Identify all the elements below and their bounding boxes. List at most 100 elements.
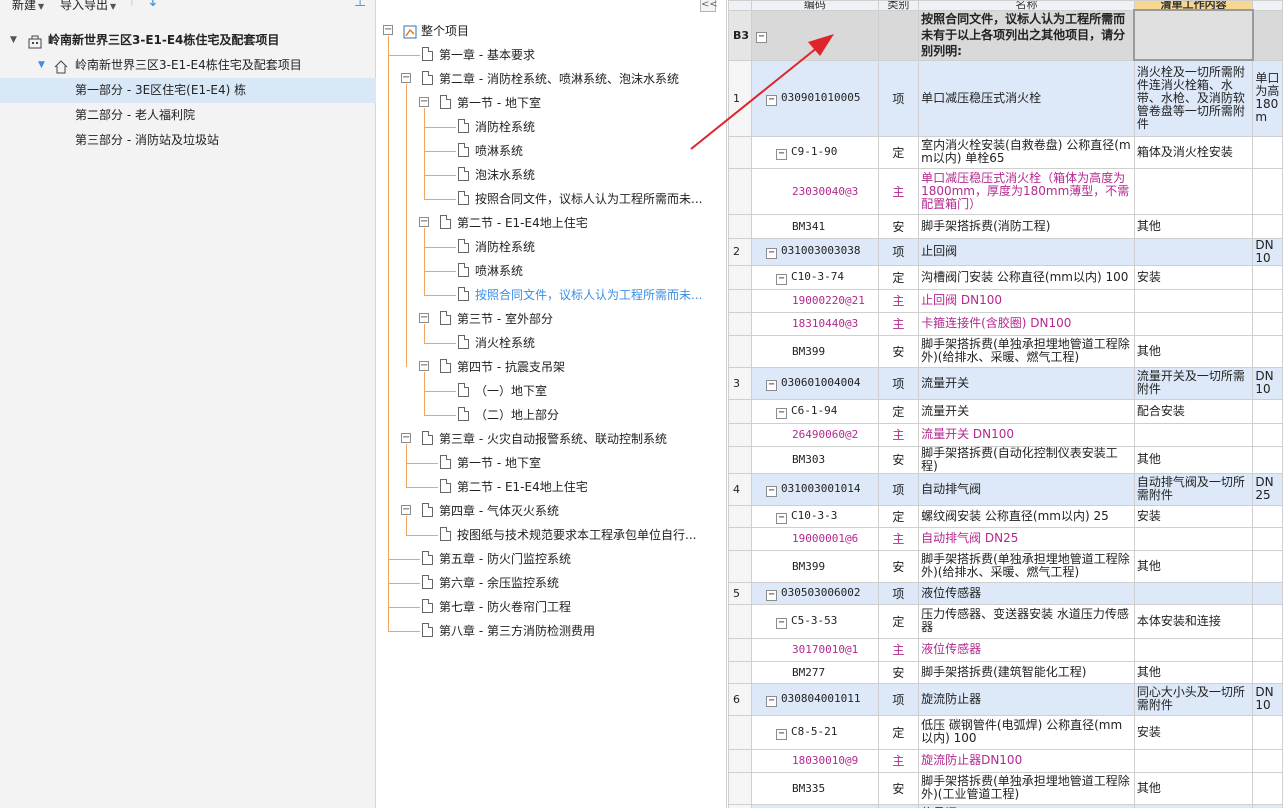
work-content-cell[interactable]: 自动排气阀及一切所需附件 bbox=[1133, 472, 1254, 506]
name-cell[interactable]: 自动排气阀 bbox=[918, 472, 1135, 506]
extra-cell[interactable] bbox=[1252, 603, 1283, 639]
extra-cell[interactable] bbox=[1252, 445, 1283, 474]
main-material-row[interactable]: 19000001@6 主 自动排气阀 DN25 bbox=[728, 526, 1283, 551]
code-cell[interactable]: BM303 bbox=[751, 445, 879, 474]
collapse-icon[interactable]: − bbox=[776, 148, 788, 160]
name-cell[interactable]: 单口减压稳压式消火栓 bbox=[918, 59, 1135, 137]
work-content-cell[interactable]: 流量开关及一切所需附件 bbox=[1133, 366, 1254, 400]
name-cell[interactable]: 信号阀 bbox=[918, 803, 1135, 808]
bill-item-row[interactable]: 4−031003001014 项自动排气阀 自动排气阀及一切所需附件 DN25 bbox=[728, 472, 1283, 506]
code-cell[interactable]: 23030040@3 bbox=[751, 167, 879, 215]
extra-cell[interactable] bbox=[1252, 526, 1283, 551]
code-cell[interactable]: 30170010@1 bbox=[751, 637, 879, 662]
name-cell[interactable]: 自动排气阀 DN25 bbox=[918, 526, 1135, 551]
name-column-header[interactable]: 名称 bbox=[918, 0, 1135, 11]
extra-cell[interactable]: DN10 bbox=[1252, 682, 1283, 716]
type-cell[interactable]: 安 bbox=[877, 334, 920, 368]
chapter-tree-item[interactable]: 喷淋系统 bbox=[377, 259, 717, 283]
type-cell[interactable]: 项 bbox=[877, 472, 920, 506]
collapse-icon[interactable]: − bbox=[776, 512, 788, 524]
work-content-cell[interactable]: 同心大小头及一切所需附件 bbox=[1133, 682, 1254, 716]
work-content-cell[interactable] bbox=[1133, 637, 1254, 662]
move-up-icon[interactable]: ↑ bbox=[126, 0, 138, 10]
name-cell[interactable]: 低压 碳钢管件(电弧焊) 公称直径(mm以内) 100 bbox=[918, 714, 1135, 750]
name-cell[interactable]: 脚手架搭拆费(消防工程) bbox=[918, 213, 1135, 239]
type-cell[interactable]: 主 bbox=[877, 288, 920, 313]
collapse-toggle-icon[interactable]: − bbox=[419, 361, 429, 371]
quota-row[interactable]: − C9-1-90 定 室内消火栓安装(自救卷盘) 公称直径(mm以内) 单栓65 箱体… bbox=[728, 135, 1283, 169]
extra-cell[interactable]: DN25 bbox=[1252, 472, 1283, 506]
chapter-tree-item[interactable]: 第八章 - 第三方消防检测费用 bbox=[377, 619, 717, 643]
main-material-row[interactable]: 23030040@3 主 单口减压稳压式消火栓（箱体为高度为1800mm，厚度为18… bbox=[728, 167, 1283, 215]
code-cell[interactable]: − C6-1-94 bbox=[751, 398, 879, 424]
expand-toggle-icon[interactable]: ▼ bbox=[38, 53, 45, 78]
code-cell[interactable]: − bbox=[751, 9, 879, 61]
bill-item-row[interactable]: 5−030503006002 项液位传感器 bbox=[728, 581, 1283, 605]
chapter-tree-item[interactable]: − 整个项目 bbox=[377, 19, 717, 43]
collapse-panel-button[interactable]: << bbox=[700, 0, 718, 12]
bill-item-row[interactable]: −03100300000项信号阀 bbox=[728, 803, 1283, 808]
name-cell[interactable]: 压力传感器、变送器安装 水道压力传感器 bbox=[918, 603, 1135, 639]
type-cell[interactable]: 定 bbox=[877, 398, 920, 424]
code-cell[interactable]: − C9-1-90 bbox=[751, 135, 879, 169]
name-cell[interactable]: 卡箍连接件(含胶圈) DN100 bbox=[918, 311, 1135, 336]
name-cell[interactable]: 流量开关 DN100 bbox=[918, 422, 1135, 447]
collapse-icon[interactable]: − bbox=[766, 248, 778, 259]
collapse-toggle-icon[interactable]: − bbox=[383, 25, 393, 35]
type-cell[interactable]: 定 bbox=[877, 603, 920, 639]
chapter-tree-item[interactable]: （二）地上部分 bbox=[377, 403, 717, 427]
name-cell[interactable]: 旋流防止器 bbox=[918, 682, 1135, 716]
work-content-column-header[interactable]: 清单工作内容 bbox=[1133, 0, 1254, 11]
collapse-icon[interactable]: − bbox=[766, 589, 778, 601]
collapse-toggle-icon[interactable]: − bbox=[419, 97, 429, 107]
chapter-tree-item[interactable]: 消防栓系统 bbox=[377, 235, 717, 259]
name-cell[interactable]: 脚手架搭拆费(自动化控制仪表安装工程) bbox=[918, 445, 1135, 474]
work-content-cell[interactable]: 其他 bbox=[1133, 213, 1254, 239]
name-cell[interactable]: 脚手架搭拆费(单独承担埋地管道工程除外)(给排水、采暖、燃气工程) bbox=[918, 334, 1135, 368]
chapter-tree-item[interactable]: 第五章 - 防火门监控系统 bbox=[377, 547, 717, 571]
main-material-row[interactable]: 18030010@9 主 旋流防止器DN100 bbox=[728, 748, 1283, 773]
name-cell[interactable]: 流量开关 bbox=[918, 366, 1135, 400]
expand-toggle-icon[interactable]: ▼ bbox=[10, 28, 17, 53]
extra-cell[interactable] bbox=[1252, 549, 1283, 583]
work-content-cell[interactable]: 其他 bbox=[1133, 334, 1254, 368]
type-cell[interactable]: 安 bbox=[877, 213, 920, 239]
chapter-tree-item[interactable]: 第二节 - E1-E4地上住宅 bbox=[377, 475, 717, 499]
project-tree-item[interactable]: 第一部分 - 3E区住宅(E1-E4) 栋 bbox=[0, 78, 376, 103]
type-cell[interactable]: 项 bbox=[877, 581, 920, 605]
quota-row[interactable]: − C10-3-3 定 螺纹阀安装 公称直径(mm以内) 25 安装 bbox=[728, 504, 1283, 528]
name-cell[interactable]: 止回阀 DN100 bbox=[918, 288, 1135, 313]
extra-cell[interactable] bbox=[1252, 714, 1283, 750]
extra-cell[interactable]: 单口为高180m bbox=[1252, 59, 1283, 137]
extra-cell[interactable] bbox=[1252, 9, 1283, 61]
chapter-tree-item[interactable]: − 第四节 - 抗震支吊架 bbox=[377, 355, 717, 379]
extra-cell[interactable] bbox=[1252, 581, 1283, 605]
main-material-row[interactable]: 19000220@21 主 止回阀 DN100 bbox=[728, 288, 1283, 313]
work-content-cell[interactable]: 其他 bbox=[1133, 445, 1254, 474]
new-button[interactable]: 新建 ▼ bbox=[12, 0, 44, 13]
code-cell[interactable]: − C5-3-53 bbox=[751, 603, 879, 639]
name-cell[interactable]: 旋流防止器DN100 bbox=[918, 748, 1135, 773]
work-content-cell[interactable]: 本体安装和连接 bbox=[1133, 603, 1254, 639]
quota-row[interactable]: − C8-5-21 定 低压 碳钢管件(电弧焊) 公称直径(mm以内) 100 安装 bbox=[728, 714, 1283, 750]
quota-row[interactable]: − C5-3-53 定 压力传感器、变送器安装 水道压力传感器 本体安装和连接 bbox=[728, 603, 1283, 639]
project-tree-item[interactable]: 第二部分 - 老人福利院 bbox=[0, 103, 376, 128]
chapter-tree-item[interactable]: 第七章 - 防火卷帘门工程 bbox=[377, 595, 717, 619]
chapter-tree-item[interactable]: 消防栓系统 bbox=[377, 115, 717, 139]
work-content-cell[interactable] bbox=[1133, 9, 1254, 61]
quota-row[interactable]: − C10-3-74 定 沟槽阀门安装 公称直径(mm以内) 100 安装 bbox=[728, 264, 1283, 290]
name-cell[interactable]: 止回阀 bbox=[918, 237, 1135, 266]
chapter-tree-item[interactable]: 泡沫水系统 bbox=[377, 163, 717, 187]
main-material-row[interactable]: 18310440@3 主 卡箍连接件(含胶圈) DN100 bbox=[728, 311, 1283, 336]
chapter-tree-item[interactable]: 按照合同文件，议标人认为工程所需而未... bbox=[377, 187, 717, 211]
code-cell[interactable]: 18030010@9 bbox=[751, 748, 879, 773]
chapter-tree-item[interactable]: − 第三章 - 火灾自动报警系统、联动控制系统 bbox=[377, 427, 717, 451]
name-cell[interactable]: 沟槽阀门安装 公称直径(mm以内) 100 bbox=[918, 264, 1135, 290]
work-content-cell[interactable]: 箱体及消火栓安装 bbox=[1133, 135, 1254, 169]
collapse-icon[interactable]: − bbox=[766, 695, 778, 707]
project-tree-item[interactable]: ▼ 岭南新世界三区3-E1-E4栋住宅及配套项目 bbox=[0, 53, 376, 78]
main-material-row[interactable]: 26490060@2 主 流量开关 DN100 bbox=[728, 422, 1283, 447]
code-cell[interactable]: −030804001011 bbox=[751, 682, 879, 716]
type-cell[interactable]: 定 bbox=[877, 135, 920, 169]
project-tree-item[interactable]: ▼ 岭南新世界三区3-E1-E4栋住宅及配套项目 bbox=[0, 28, 376, 53]
